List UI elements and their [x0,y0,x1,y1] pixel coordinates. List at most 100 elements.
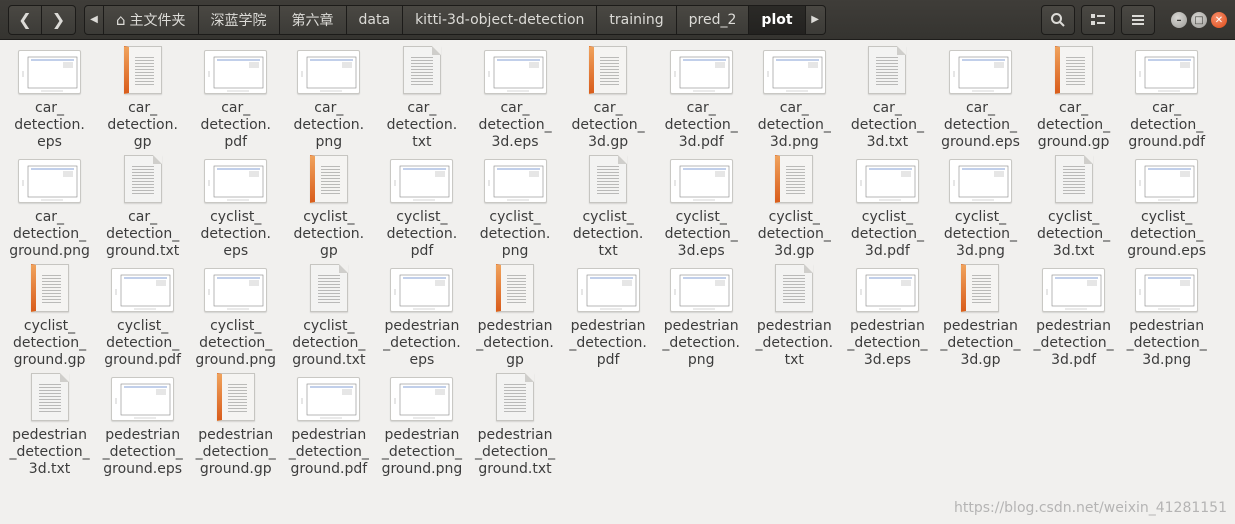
breadcrumb-label: plot [761,11,793,28]
file-thumbnail [669,155,733,207]
breadcrumb-scroll-right[interactable]: ▶ [805,4,826,35]
breadcrumb-item[interactable]: kitti-3d-object-detection [403,4,598,35]
file-name: pedestrian _detection_ ground.png [381,427,463,477]
file-item[interactable]: car_ detection. eps [3,46,96,155]
file-name: cyclist_ detection_ 3d.eps [664,209,738,259]
file-item[interactable]: pedestrian _detection_ ground.eps [96,373,189,482]
file-item[interactable]: pedestrian _detection_ ground.gp [189,373,282,482]
maximize-button[interactable]: □ [1191,12,1207,28]
file-name: car_ detection_ ground.txt [106,209,180,259]
script-file-icon [496,264,535,312]
file-item[interactable]: pedestrian _detection_ 3d.eps [841,264,934,373]
file-thumbnail [111,264,175,316]
file-item[interactable]: cyclist_ detection_ 3d.png [934,155,1027,264]
script-file-icon [30,264,69,312]
breadcrumb-item[interactable]: 深蓝学院 [198,4,280,35]
file-item[interactable]: car_ detection_ ground.txt [96,155,189,264]
file-item[interactable]: car_ detection_ 3d.pdf [655,46,748,155]
file-item[interactable]: cyclist_ detection_ ground.txt [282,264,375,373]
triangle-left-icon: ◀ [90,14,98,25]
breadcrumb-item[interactable]: 第六章 [279,4,347,35]
plot-preview-icon [1135,159,1199,203]
file-item[interactable]: car_ detection_ ground.png [3,155,96,264]
file-name: car_ detection. png [293,100,365,150]
breadcrumb-item[interactable]: pred_2 [676,4,750,35]
file-item[interactable]: car_ detection. pdf [189,46,282,155]
minimize-button[interactable]: – [1171,12,1187,28]
view-toggle-button[interactable] [1081,5,1115,35]
menu-button[interactable] [1121,5,1155,35]
file-item[interactable]: pedestrian _detection. txt [748,264,841,373]
file-item[interactable]: cyclist_ detection. eps [189,155,282,264]
file-item[interactable]: pedestrian _detection. png [655,264,748,373]
file-name: car_ detection. eps [14,100,85,150]
header-bar: ❮ ❯ ◀ ⌂ 主文件夹 深蓝学院 第六章 data kitti-3d-obje… [0,0,1235,40]
file-name: cyclist_ detection_ ground.gp [12,318,87,368]
close-button[interactable]: ✕ [1211,12,1227,28]
file-item[interactable]: cyclist_ detection_ 3d.txt [1027,155,1120,264]
file-item[interactable]: pedestrian _detection_ 3d.gp [934,264,1027,373]
file-item[interactable]: cyclist_ detection_ ground.eps [1120,155,1213,264]
file-item[interactable]: cyclist_ detection. png [468,155,561,264]
file-item[interactable]: pedestrian _detection_ ground.pdf [282,373,375,482]
search-button[interactable] [1041,5,1075,35]
script-file-icon [775,155,814,203]
history-nav: ❮ ❯ [8,4,76,35]
plot-preview-icon [576,268,640,312]
breadcrumb-item[interactable]: training [597,4,677,35]
file-item[interactable]: cyclist_ detection. pdf [375,155,468,264]
file-item[interactable]: pedestrian _detection_ 3d.txt [3,373,96,482]
breadcrumb-scroll-left[interactable]: ◀ [84,4,104,35]
plot-preview-icon [855,268,919,312]
file-item[interactable]: pedestrian _detection_ 3d.pdf [1027,264,1120,373]
breadcrumb-home[interactable]: ⌂ 主文件夹 [104,4,199,35]
file-item[interactable]: pedestrian _detection_ 3d.png [1120,264,1213,373]
file-thumbnail [1135,46,1199,98]
file-item[interactable]: car_ detection_ 3d.eps [468,46,561,155]
file-thumbnail [483,155,547,207]
back-button[interactable]: ❮ [8,4,42,35]
file-item[interactable]: car_ detection_ ground.pdf [1120,46,1213,155]
file-name: car_ detection_ 3d.png [757,100,831,150]
forward-button[interactable]: ❯ [42,4,76,35]
file-item[interactable]: cyclist_ detection_ ground.gp [3,264,96,373]
file-name: pedestrian _detection_ 3d.pdf [1033,318,1114,368]
file-item[interactable]: cyclist_ detection. gp [282,155,375,264]
file-thumbnail [216,373,255,425]
file-item[interactable]: cyclist_ detection_ ground.pdf [96,264,189,373]
breadcrumb-current[interactable]: plot [749,4,806,35]
text-file-icon [1054,155,1093,203]
breadcrumb: ◀ ⌂ 主文件夹 深蓝学院 第六章 data kitti-3d-object-d… [84,4,826,35]
breadcrumb-label: 主文件夹 [129,12,186,29]
file-item[interactable]: pedestrian _detection. gp [468,264,561,373]
file-thumbnail [297,46,361,98]
file-item[interactable]: cyclist_ detection_ 3d.pdf [841,155,934,264]
plot-preview-icon [111,377,175,421]
file-item[interactable]: pedestrian _detection_ ground.png [375,373,468,482]
file-item[interactable]: car_ detection_ 3d.txt [841,46,934,155]
file-item[interactable]: pedestrian _detection_ ground.txt [468,373,561,482]
file-item[interactable]: cyclist_ detection_ 3d.eps [655,155,748,264]
file-item[interactable]: pedestrian _detection. pdf [562,264,655,373]
file-item[interactable]: car_ detection_ 3d.png [748,46,841,155]
file-thumbnail [204,264,268,316]
file-item[interactable]: cyclist_ detection_ 3d.gp [748,155,841,264]
plot-preview-icon [390,377,454,421]
file-item[interactable]: cyclist_ detection. txt [562,155,655,264]
file-item[interactable]: car_ detection_ ground.gp [1027,46,1120,155]
file-thumbnail [855,155,919,207]
file-item[interactable]: car_ detection. png [282,46,375,155]
file-name: car_ detection_ ground.eps [941,100,1020,150]
file-thumbnail [30,264,69,316]
file-item[interactable]: car_ detection_ 3d.gp [562,46,655,155]
file-item[interactable]: car_ detection_ ground.eps [934,46,1027,155]
file-item[interactable]: cyclist_ detection_ ground.png [189,264,282,373]
file-item[interactable]: pedestrian _detection. eps [375,264,468,373]
file-item[interactable]: car_ detection. txt [375,46,468,155]
plot-preview-icon [948,50,1012,94]
file-thumbnail [589,46,628,98]
plot-preview-icon [855,159,919,203]
file-name: cyclist_ detection_ ground.pdf [104,318,181,368]
breadcrumb-item[interactable]: data [346,4,404,35]
file-item[interactable]: car_ detection. gp [96,46,189,155]
